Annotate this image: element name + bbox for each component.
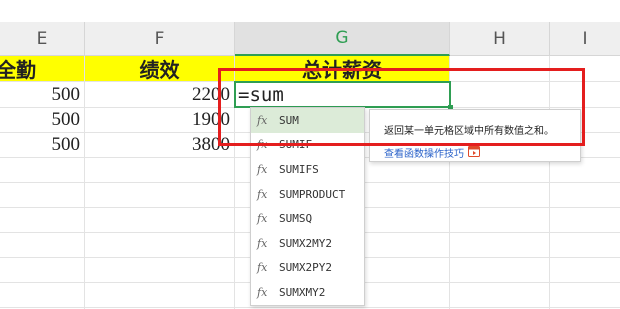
function-name: SUMSQ [279,212,313,226]
cell-f-row2[interactable]: 1900 [85,108,235,133]
function-icon: fx [257,285,268,299]
cell-text: 500 [51,83,81,105]
column-header-h[interactable]: H [450,22,550,56]
function-icon: fx [257,212,268,226]
autocomplete-item[interactable]: fx SUMXMY2 [251,280,364,305]
function-name: SUMX2MY2 [279,236,332,250]
cell-f-header[interactable]: 绩效 [85,56,235,82]
video-icon [468,145,480,160]
column-header-e[interactable]: E [0,22,85,56]
highlight-annotation-box [218,68,585,146]
function-icon: fx [257,261,268,275]
column-letter: G [335,28,349,48]
toolbar-strip [0,0,620,22]
column-letter: F [154,28,165,49]
function-icon: fx [257,187,268,201]
autocomplete-item[interactable]: fx SUMX2PY2 [251,256,364,281]
cell-text: 全勤 [0,60,36,82]
function-icon: fx [257,236,268,250]
autocomplete-item[interactable]: fx SUMX2MY2 [251,231,364,256]
cell-e-header[interactable]: 全勤 [0,56,85,82]
autocomplete-item[interactable]: fx SUMPRODUCT [251,182,364,207]
cell-e-row1[interactable]: 500 [0,82,85,108]
column-letter: I [582,28,588,49]
cell-text: 绩效 [139,60,180,82]
column-letter: H [493,28,506,49]
column-letter: E [36,28,48,49]
autocomplete-item[interactable]: fx SUMIFS [251,157,364,182]
column-header-i[interactable]: I [550,22,620,56]
function-name: SUMXMY2 [279,285,326,299]
cell-f-row1[interactable]: 2200 [85,82,235,108]
column-header-f[interactable]: F [85,22,235,56]
function-name: SUMX2PY2 [279,261,332,275]
cell-e-row2[interactable]: 500 [0,108,85,133]
function-name: SUMIFS [279,162,319,176]
cell-text: 500 [51,109,81,130]
function-name: SUMPRODUCT [279,187,346,201]
tooltip-help-link[interactable]: 查看函数操作技巧 [384,145,580,160]
column-header-g[interactable]: G [235,22,450,56]
tooltip-link-text: 查看函数操作技巧 [384,149,464,160]
autocomplete-item[interactable]: fx SUMSQ [251,206,364,231]
cell-e-row3[interactable]: 500 [0,133,85,158]
function-icon: fx [257,162,268,176]
cell-f-row3[interactable]: 3800 [85,133,235,158]
cell-text: 500 [51,134,81,155]
